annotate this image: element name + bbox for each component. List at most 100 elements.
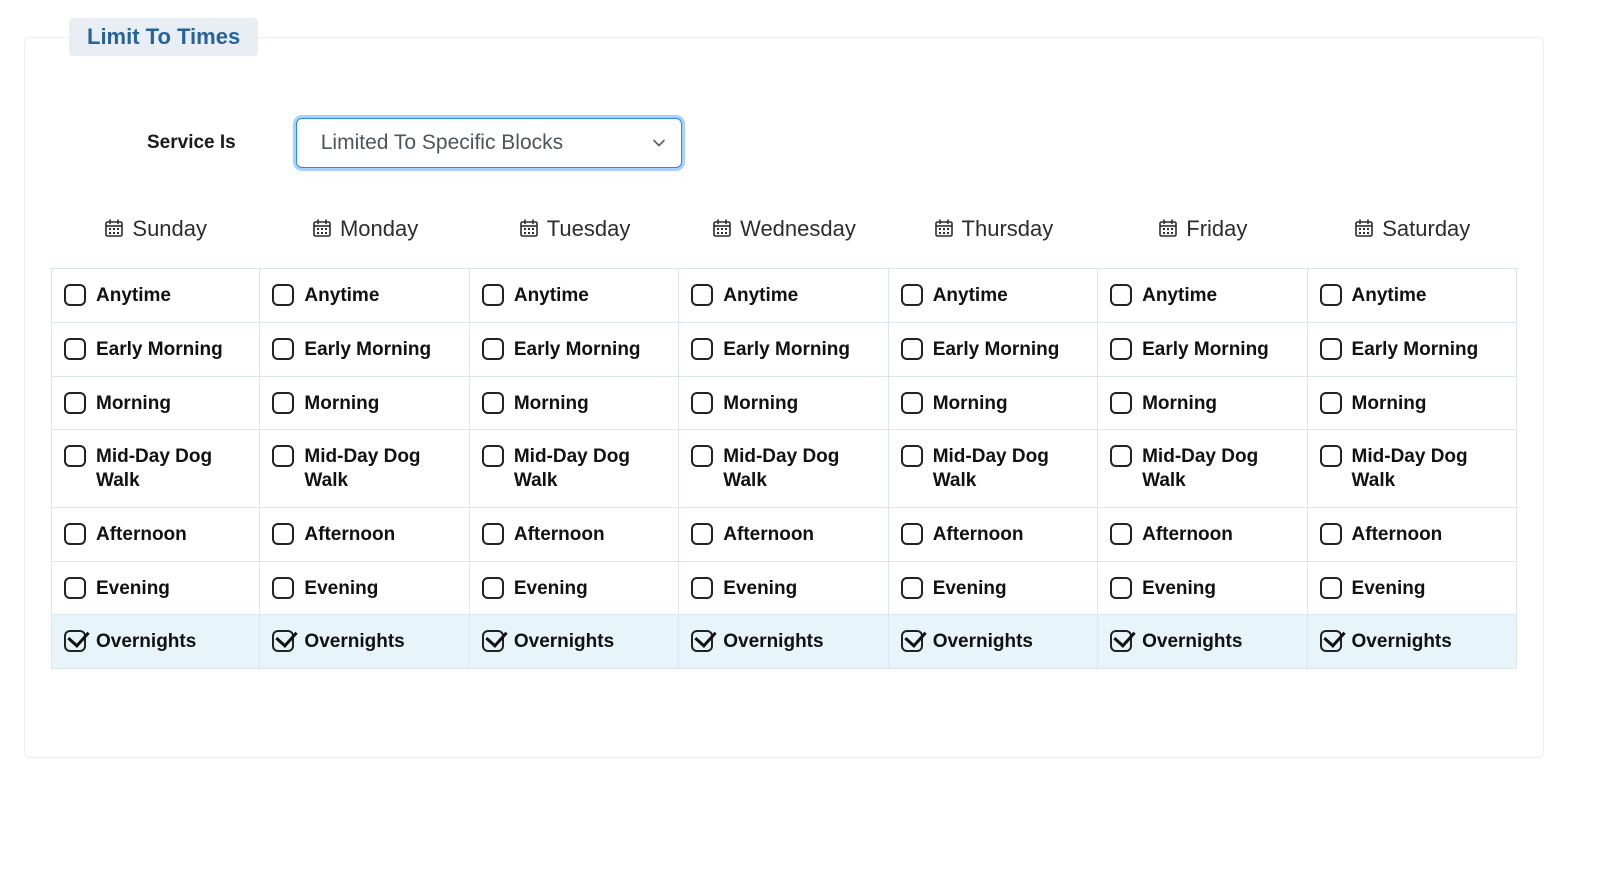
time-block-cell[interactable]: Mid-Day Dog Walk — [260, 430, 469, 508]
time-block-cell[interactable]: Afternoon — [1098, 508, 1307, 562]
time-block-cell[interactable]: Evening — [679, 562, 888, 616]
checkbox-icon[interactable] — [691, 577, 713, 599]
checkbox-icon[interactable] — [64, 577, 86, 599]
time-block-cell[interactable]: Morning — [51, 377, 260, 431]
time-block-cell[interactable]: Morning — [470, 377, 679, 431]
checkbox-icon[interactable] — [901, 523, 923, 545]
time-block-cell[interactable]: Anytime — [1308, 268, 1517, 323]
checkbox-icon[interactable] — [272, 630, 294, 652]
checkbox-icon[interactable] — [482, 577, 504, 599]
time-block-cell[interactable]: Evening — [260, 562, 469, 616]
checkbox-icon[interactable] — [901, 338, 923, 360]
time-block-cell[interactable]: Early Morning — [679, 323, 888, 377]
checkbox-icon[interactable] — [64, 630, 86, 652]
time-block-cell[interactable]: Morning — [1098, 377, 1307, 431]
time-block-cell[interactable]: Overnights — [889, 615, 1098, 669]
checkbox-icon[interactable] — [901, 445, 923, 467]
time-block-cell[interactable]: Early Morning — [1098, 323, 1307, 377]
time-block-cell[interactable]: Early Morning — [260, 323, 469, 377]
checkbox-icon[interactable] — [691, 523, 713, 545]
time-block-cell[interactable]: Anytime — [679, 268, 888, 323]
time-block-cell[interactable]: Overnights — [679, 615, 888, 669]
checkbox-icon[interactable] — [691, 284, 713, 306]
checkbox-icon[interactable] — [691, 630, 713, 652]
time-block-cell[interactable]: Overnights — [260, 615, 469, 669]
checkbox-icon[interactable] — [482, 392, 504, 414]
time-block-cell[interactable]: Anytime — [51, 268, 260, 323]
service-select[interactable]: Limited To Specific Blocks — [296, 118, 682, 168]
checkbox-icon[interactable] — [691, 445, 713, 467]
checkbox-icon[interactable] — [1320, 445, 1342, 467]
checkbox-icon[interactable] — [1110, 284, 1132, 306]
checkbox-icon[interactable] — [64, 523, 86, 545]
time-block-cell[interactable]: Early Morning — [51, 323, 260, 377]
time-block-cell[interactable]: Anytime — [889, 268, 1098, 323]
time-block-cell[interactable]: Anytime — [260, 268, 469, 323]
checkbox-icon[interactable] — [64, 338, 86, 360]
checkbox-icon[interactable] — [691, 338, 713, 360]
time-block-cell[interactable]: Evening — [470, 562, 679, 616]
checkbox-icon[interactable] — [1110, 338, 1132, 360]
checkbox-icon[interactable] — [1320, 630, 1342, 652]
time-block-cell[interactable]: Mid-Day Dog Walk — [889, 430, 1098, 508]
time-block-cell[interactable]: Overnights — [1308, 615, 1517, 669]
checkbox-icon[interactable] — [901, 630, 923, 652]
time-block-cell[interactable]: Mid-Day Dog Walk — [51, 430, 260, 508]
checkbox-icon[interactable] — [1320, 577, 1342, 599]
time-block-cell[interactable]: Afternoon — [470, 508, 679, 562]
checkbox-icon[interactable] — [64, 284, 86, 306]
checkbox-icon[interactable] — [272, 445, 294, 467]
checkbox-icon[interactable] — [272, 338, 294, 360]
checkbox-icon[interactable] — [1320, 338, 1342, 360]
time-block-cell[interactable]: Early Morning — [470, 323, 679, 377]
time-block-cell[interactable]: Afternoon — [260, 508, 469, 562]
checkbox-icon[interactable] — [901, 284, 923, 306]
checkbox-icon[interactable] — [1320, 523, 1342, 545]
checkbox-icon[interactable] — [64, 445, 86, 467]
day-header-label: Monday — [340, 216, 418, 241]
time-block-cell[interactable]: Evening — [51, 562, 260, 616]
checkbox-icon[interactable] — [482, 284, 504, 306]
time-block-cell[interactable]: Early Morning — [1308, 323, 1517, 377]
time-block-cell[interactable]: Overnights — [470, 615, 679, 669]
time-block-cell[interactable]: Afternoon — [51, 508, 260, 562]
checkbox-icon[interactable] — [482, 523, 504, 545]
checkbox-icon[interactable] — [272, 523, 294, 545]
checkbox-icon[interactable] — [901, 392, 923, 414]
checkbox-icon[interactable] — [1110, 445, 1132, 467]
checkbox-icon[interactable] — [1110, 577, 1132, 599]
checkbox-icon[interactable] — [64, 392, 86, 414]
time-block-cell[interactable]: Morning — [889, 377, 1098, 431]
checkbox-icon[interactable] — [482, 630, 504, 652]
time-block-cell[interactable]: Morning — [679, 377, 888, 431]
time-block-cell[interactable]: Anytime — [470, 268, 679, 323]
checkbox-icon[interactable] — [272, 577, 294, 599]
checkbox-icon[interactable] — [1320, 392, 1342, 414]
time-block-cell[interactable]: Evening — [1308, 562, 1517, 616]
checkbox-icon[interactable] — [272, 284, 294, 306]
checkbox-icon[interactable] — [691, 392, 713, 414]
time-block-cell[interactable]: Overnights — [51, 615, 260, 669]
checkbox-icon[interactable] — [1110, 392, 1132, 414]
time-block-cell[interactable]: Afternoon — [889, 508, 1098, 562]
time-block-cell[interactable]: Mid-Day Dog Walk — [1098, 430, 1307, 508]
time-block-cell[interactable]: Evening — [1098, 562, 1307, 616]
time-block-cell[interactable]: Afternoon — [679, 508, 888, 562]
time-block-cell[interactable]: Morning — [260, 377, 469, 431]
time-block-cell[interactable]: Mid-Day Dog Walk — [1308, 430, 1517, 508]
checkbox-icon[interactable] — [272, 392, 294, 414]
time-block-cell[interactable]: Afternoon — [1308, 508, 1517, 562]
time-block-cell[interactable]: Overnights — [1098, 615, 1307, 669]
time-block-cell[interactable]: Anytime — [1098, 268, 1307, 323]
time-block-cell[interactable]: Mid-Day Dog Walk — [679, 430, 888, 508]
time-block-cell[interactable]: Morning — [1308, 377, 1517, 431]
time-block-cell[interactable]: Evening — [889, 562, 1098, 616]
checkbox-icon[interactable] — [1320, 284, 1342, 306]
checkbox-icon[interactable] — [1110, 630, 1132, 652]
time-block-cell[interactable]: Mid-Day Dog Walk — [470, 430, 679, 508]
checkbox-icon[interactable] — [482, 445, 504, 467]
checkbox-icon[interactable] — [901, 577, 923, 599]
time-block-cell[interactable]: Early Morning — [889, 323, 1098, 377]
checkbox-icon[interactable] — [482, 338, 504, 360]
checkbox-icon[interactable] — [1110, 523, 1132, 545]
